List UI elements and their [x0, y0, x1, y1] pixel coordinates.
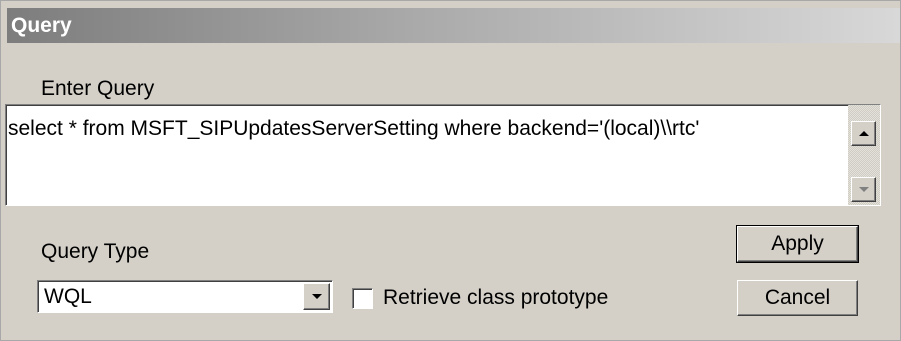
query-type-label: Query Type [41, 240, 150, 263]
title-bar: Query [7, 8, 900, 43]
query-text: select * from MSFT_SIPUpdatesServerSetti… [8, 117, 700, 140]
chevron-down-icon [858, 187, 869, 192]
retrieve-prototype-label[interactable]: Retrieve class prototype [383, 286, 608, 310]
cancel-button[interactable]: Cancel [737, 280, 858, 316]
query-scrollbar[interactable] [848, 105, 880, 205]
chevron-down-icon [311, 294, 322, 299]
query-textarea[interactable]: select * from MSFT_SIPUpdatesServerSetti… [5, 104, 881, 206]
query-type-dropdown-button[interactable] [303, 283, 330, 310]
query-type-value: WQL [44, 285, 92, 308]
apply-button[interactable]: Apply [736, 225, 859, 263]
query-panel: Query Enter Query select * from MSFT_SIP… [0, 0, 901, 341]
scroll-up-button[interactable] [851, 121, 876, 146]
scroll-down-button[interactable] [851, 177, 876, 202]
panel-title: Query [11, 14, 72, 37]
retrieve-prototype-checkbox[interactable] [352, 288, 373, 309]
enter-query-label: Enter Query [41, 77, 155, 100]
chevron-up-icon [858, 131, 869, 136]
query-type-select[interactable]: WQL [37, 280, 333, 313]
